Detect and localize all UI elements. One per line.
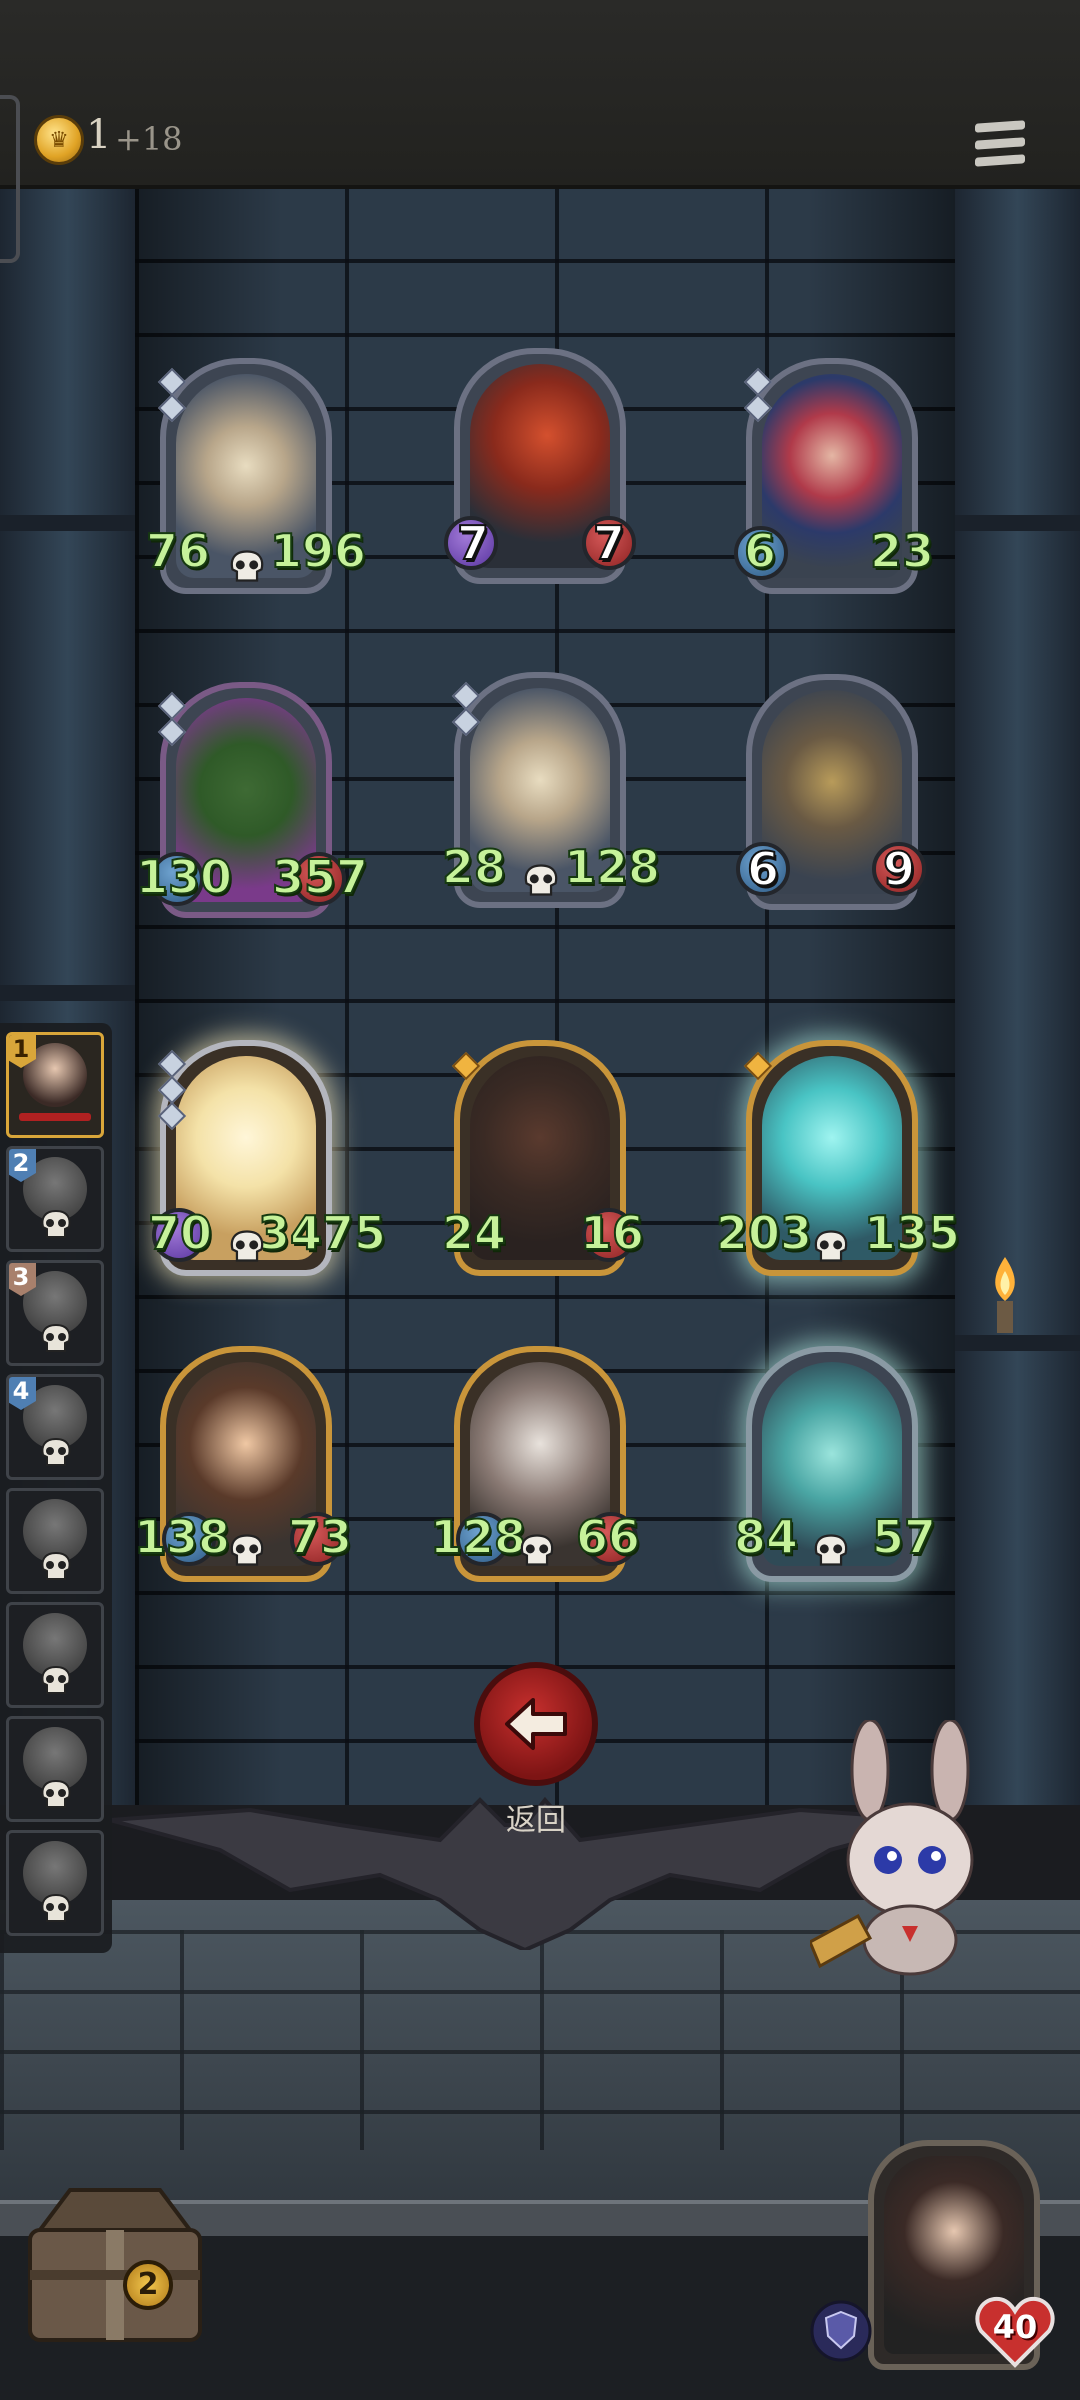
- treasure-chest-icon[interactable]: [10, 2150, 220, 2360]
- attack-value: 28: [441, 840, 507, 894]
- skull-icon: [814, 1230, 848, 1262]
- attack-value: 70: [147, 1206, 213, 1260]
- party-slot-4[interactable]: 4: [6, 1374, 104, 1480]
- health-value: 357: [271, 850, 369, 904]
- health-value: 16: [579, 1206, 645, 1260]
- health-value: 73: [287, 1510, 353, 1564]
- attack-value: 203: [715, 1206, 813, 1260]
- attack-value: 84: [733, 1510, 799, 1564]
- arrow-left-icon: [505, 1698, 567, 1750]
- health-value: 7: [592, 516, 626, 570]
- party-slot-3[interactable]: 3: [6, 1260, 104, 1366]
- skull-icon: [41, 1665, 71, 1694]
- party-slot-7[interactable]: [6, 1716, 104, 1822]
- skull-icon: [230, 550, 264, 582]
- hamburger-menu-icon[interactable]: [975, 120, 1025, 178]
- party-slot-1[interactable]: 1: [6, 1032, 104, 1138]
- skull-icon: [41, 1323, 71, 1352]
- skull-icon: [41, 1779, 71, 1808]
- bunny-mascot: [810, 1720, 974, 1976]
- attack-value: 138: [133, 1510, 231, 1564]
- player-health-value: 40: [992, 2308, 1038, 2346]
- attack-value: 128: [429, 1510, 527, 1564]
- back-button[interactable]: [474, 1662, 598, 1786]
- skull-icon: [41, 1209, 71, 1238]
- gold-income: +18: [115, 120, 183, 158]
- attack-value: 76: [145, 524, 211, 578]
- right-pillar: [955, 185, 1080, 1805]
- health-value: 128: [563, 840, 661, 894]
- health-value: 3475: [257, 1206, 387, 1260]
- party-slot-2[interactable]: 2: [6, 1146, 104, 1252]
- skull-icon: [41, 1551, 71, 1580]
- top-bar: ♛ 1 +18: [0, 0, 1080, 263]
- gold-count: 1: [86, 112, 112, 158]
- skull-icon: [230, 1230, 264, 1262]
- torch-icon: [995, 1257, 1015, 1333]
- health-value: 23: [869, 524, 935, 578]
- health-value: 57: [871, 1510, 937, 1564]
- shield-icon: [810, 2300, 872, 2362]
- skull-icon: [41, 1893, 71, 1922]
- skull-icon: [230, 1534, 264, 1566]
- attack-value: 130: [135, 850, 233, 904]
- chest-count-badge: 2: [123, 2260, 173, 2310]
- hp-bar: [19, 1113, 91, 1121]
- health-value: 196: [269, 524, 367, 578]
- party-slot-6[interactable]: [6, 1602, 104, 1708]
- attack-value: 6: [746, 842, 780, 896]
- party-slot-8[interactable]: [6, 1830, 104, 1936]
- skull-icon: [814, 1534, 848, 1566]
- skull-icon: [520, 1534, 554, 1566]
- attack-value: 24: [441, 1206, 507, 1260]
- attack-value: 7: [456, 516, 490, 570]
- back-button-label: 返回: [506, 1803, 566, 1838]
- crown-coin-icon: ♛: [34, 115, 84, 165]
- health-value: 9: [882, 842, 916, 896]
- party-slot-5[interactable]: [6, 1488, 104, 1594]
- skull-icon: [41, 1437, 71, 1466]
- health-value: 66: [575, 1510, 641, 1564]
- health-value: 135: [863, 1206, 961, 1260]
- party-sidebar: 1 2 3 4: [0, 1023, 112, 1953]
- skull-icon: [524, 864, 558, 896]
- attack-value: 6: [743, 524, 777, 578]
